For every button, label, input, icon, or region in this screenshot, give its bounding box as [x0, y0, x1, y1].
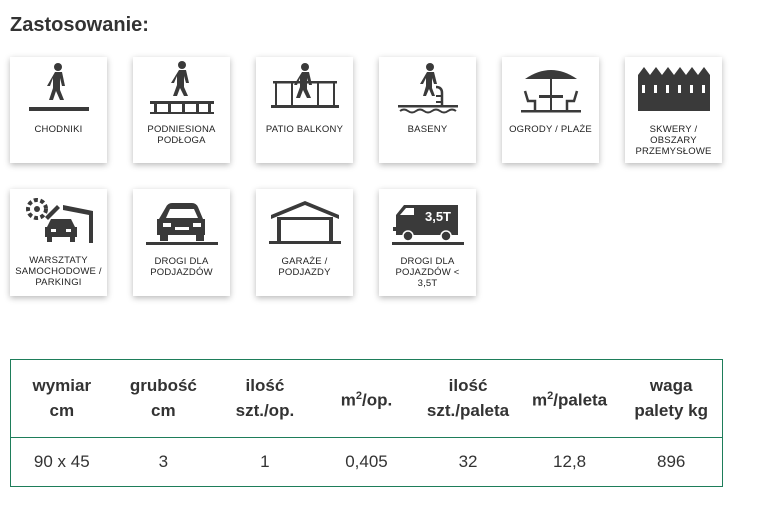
cell-ilosc-paleta: 32: [458, 451, 478, 471]
application-card-skwery: SKWERY / OBSZARY PRZEMYSŁOWE: [625, 57, 722, 163]
application-label: DROGI DLA PODJAZDÓW: [150, 256, 213, 278]
application-card-patio-balkony: PATIO BALKONY: [256, 57, 353, 163]
header-ilosc-paleta: ilość szt./paleta: [417, 360, 519, 438]
van-badge: 3,5T: [424, 209, 450, 224]
cell-waga: 896: [657, 451, 686, 471]
application-card-podniesiona-podloga: PODNIESIONA PODŁOGA: [133, 57, 230, 163]
car-workshop-icon: [10, 189, 107, 247]
application-card-drogi-podjazdow: DROGI DLA PODJAZDÓW: [133, 189, 230, 296]
header-m2-op: m2/op.: [315, 360, 418, 438]
section-heading: Zastosowanie:: [10, 14, 149, 36]
industrial-buildings-icon: [625, 57, 722, 115]
application-label: OGRODY / PLAŻE: [509, 124, 592, 135]
application-label: GARAŻE / PODJAZDY: [278, 256, 331, 278]
cell-m2-op: 0,405: [345, 451, 388, 471]
garage-icon: [256, 189, 353, 247]
application-label: WARSZTATY SAMOCHODOWE / PARKINGI: [15, 255, 102, 288]
application-card-baseny: BASENY: [379, 57, 476, 163]
pool-ladder-icon: [379, 57, 476, 115]
table-header-row: wymiar cm grubość cm ilość szt./op. m2/op. …: [11, 360, 722, 438]
application-card-warsztaty: WARSZTATY SAMOCHODOWE / PARKINGI: [10, 189, 107, 296]
balcony-railing-icon: [256, 57, 353, 115]
van-3-5t-icon: 3,5T: [379, 189, 476, 247]
application-label: PODNIESIONA PODŁOGA: [147, 124, 216, 146]
car-front-icon: [133, 189, 230, 247]
header-m2-paleta: m2/paleta: [518, 360, 621, 438]
header-ilosc-op: ilość szt./op.: [214, 360, 316, 438]
header-waga: waga palety kg: [620, 360, 722, 438]
application-card-drogi-pojazdow: 3,5T DROGI DLA POJAZDÓW < 3,5T: [379, 189, 476, 296]
raised-floor-icon: [133, 57, 230, 115]
application-card-ogrody-plaze: OGRODY / PLAŻE: [502, 57, 599, 163]
header-wymiar: wymiar cm: [11, 360, 113, 438]
pedestrian-walkway-icon: [10, 57, 107, 115]
application-label: CHODNIKI: [34, 124, 83, 135]
table-row: 90 x 45 3 1 0,405 32 12,8 896: [11, 437, 722, 486]
application-label: BASENY: [407, 124, 448, 135]
application-label: DROGI DLA POJAZDÓW < 3,5T: [395, 256, 460, 289]
product-spec-table: wymiar cm grubość cm ilość szt./op. m2/op. …: [10, 359, 723, 487]
application-label: SKWERY / OBSZARY PRZEMYSŁOWE: [635, 124, 712, 157]
cell-wymiar: 90 x 45: [33, 451, 90, 471]
cell-m2-paleta: 12,8: [553, 451, 587, 471]
application-card-chodniki: CHODNIKI: [10, 57, 107, 163]
cell-grubosc: 3: [158, 451, 169, 471]
application-label: PATIO BALKONY: [265, 124, 344, 135]
cell-ilosc-op: 1: [260, 451, 270, 471]
header-grubosc: grubość cm: [112, 360, 215, 438]
application-card-garaze: GARAŻE / PODJAZDY: [256, 189, 353, 296]
umbrella-table-icon: [502, 57, 599, 115]
